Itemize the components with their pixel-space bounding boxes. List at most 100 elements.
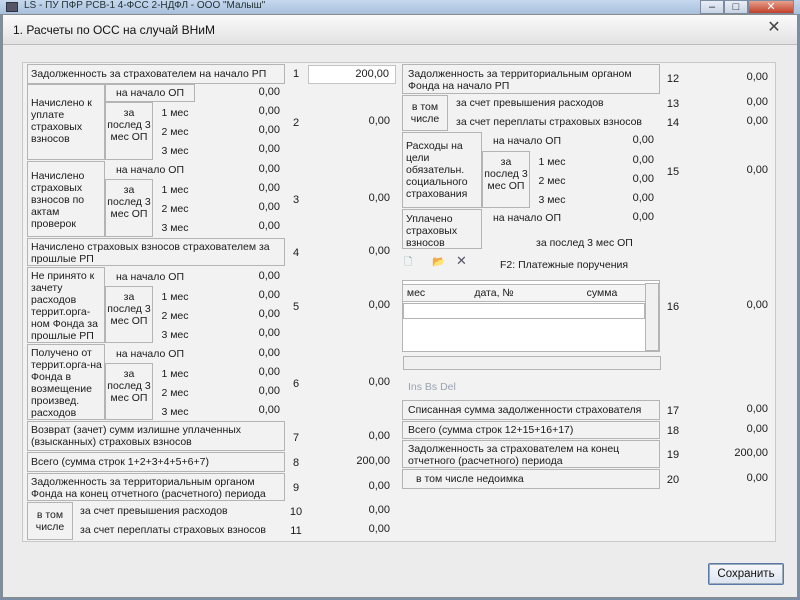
row5-nachalo-label: на начало ОП [116, 271, 184, 283]
row16-nachalo-label: на начало ОП [493, 212, 561, 224]
dialog-close-icon[interactable]: ✕ [765, 20, 783, 38]
row2-m1-value[interactable]: 0,00 [196, 103, 286, 122]
open-folder-icon[interactable]: 📂 [432, 256, 446, 268]
row15-m2-label: 2 мес [538, 175, 566, 187]
row2-m2-label: 2 мес [161, 126, 189, 138]
row15-m2-value[interactable]: 0,00 [572, 171, 660, 190]
row10-value[interactable]: 0,00 [308, 502, 396, 521]
row5-value[interactable]: 0,00 [308, 297, 396, 316]
row19-value[interactable]: 200,00 [686, 445, 774, 464]
col-mes: мес [406, 287, 426, 299]
ins-del-hint: Ins Bs Del [408, 381, 456, 393]
row6-m1-label: 1 мес [161, 368, 189, 380]
row5-posled-label: за послед 3 мес ОП [107, 291, 151, 327]
minimize-button[interactable]: – [700, 0, 724, 14]
row8-label: Всего (сумма строк 1+2+3+4+5+6+7) [31, 456, 209, 468]
row11-value[interactable]: 0,00 [308, 521, 396, 540]
row12-value[interactable]: 0,00 [686, 69, 774, 88]
row14-value[interactable]: 0,00 [686, 113, 774, 132]
window-close-button[interactable]: ✕ [748, 0, 794, 14]
row3-label: Начислено страховых взносов по актам про… [31, 170, 85, 230]
row9-value[interactable]: 0,00 [308, 478, 396, 497]
row6-m2-value[interactable]: 0,00 [196, 383, 286, 402]
row8-value[interactable]: 200,00 [308, 453, 396, 472]
row17-value[interactable]: 0,00 [686, 401, 774, 420]
row3-posled-label: за послед 3 мес ОП [107, 184, 151, 220]
row19-number: 19 [666, 449, 680, 461]
row6-nachalo-value[interactable]: 0,00 [196, 345, 286, 364]
row2-m3-label: 3 мес [161, 145, 189, 157]
payment-orders-label[interactable]: F2: Платежные поручения [500, 259, 660, 271]
row15-m3-value[interactable]: 0,00 [572, 190, 660, 209]
row12-number: 12 [666, 73, 680, 85]
vertical-scrollbar[interactable] [645, 283, 659, 351]
row7-value[interactable]: 0,00 [308, 428, 396, 447]
row16-number: 16 [666, 301, 680, 313]
row2-m3-value[interactable]: 0,00 [196, 141, 286, 160]
row12-label: Задолженность за территориальным органом… [408, 68, 632, 92]
row6-m1-value[interactable]: 0,00 [196, 364, 286, 383]
row6-number: 6 [292, 378, 300, 390]
row10-label: за счет превышения расходов [80, 505, 228, 517]
row1-number: 1 [292, 68, 300, 80]
row6-m3-value[interactable]: 0,00 [196, 402, 286, 421]
horizontal-scrollbar[interactable] [403, 356, 661, 370]
row5-number: 5 [292, 301, 300, 313]
row3-m3-label: 3 мес [161, 222, 189, 234]
new-file-icon[interactable]: 🗋 [404, 256, 418, 268]
delete-icon[interactable]: ✕ [456, 254, 470, 267]
row9-number: 9 [292, 482, 300, 494]
row5-m3-value[interactable]: 0,00 [196, 325, 286, 344]
row15-m1-value[interactable]: 0,00 [572, 152, 660, 171]
row6-m2-label: 2 мес [161, 387, 189, 399]
row3-nachalo-value[interactable]: 0,00 [196, 161, 286, 180]
row13-number: 13 [666, 98, 680, 110]
row2-nachalo-value[interactable]: 0,00 [196, 84, 286, 103]
row4-number: 4 [292, 247, 300, 259]
row5-nachalo-value[interactable]: 0,00 [196, 268, 286, 287]
row16-value[interactable]: 0,00 [686, 297, 774, 316]
row1-label: Задолженность за страхователем на начало… [31, 68, 267, 80]
row5-m2-value[interactable]: 0,00 [196, 306, 286, 325]
row15-value[interactable]: 0,00 [686, 162, 774, 181]
row6-label: Получено от террит.орга-на Фонда в возме… [31, 347, 102, 419]
row3-m1-label: 1 мес [161, 184, 189, 196]
row17-number: 17 [666, 405, 680, 417]
row3-nachalo-label: на начало ОП [116, 164, 184, 176]
row3-m2-value[interactable]: 0,00 [196, 199, 286, 218]
row6-nachalo-label: на начало ОП [116, 348, 184, 360]
row3-number: 3 [292, 194, 300, 206]
save-button[interactable]: Сохранить [708, 563, 784, 585]
row5-m3-label: 3 мес [161, 329, 189, 341]
row3-m1-value[interactable]: 0,00 [196, 180, 286, 199]
row18-number: 18 [666, 425, 680, 437]
row1-value[interactable]: 200,00 [308, 65, 396, 84]
row5-m2-label: 2 мес [161, 310, 189, 322]
row5-m1-value[interactable]: 0,00 [196, 287, 286, 306]
row3-m3-value[interactable]: 0,00 [196, 218, 286, 237]
row15-m3-label: 3 мес [538, 194, 566, 206]
row6-value[interactable]: 0,00 [308, 374, 396, 393]
row3-value[interactable]: 0,00 [308, 190, 396, 209]
row13-value[interactable]: 0,00 [686, 94, 774, 113]
maximize-button[interactable]: □ [724, 0, 748, 14]
row16-posled-label: за послед 3 мес ОП [536, 237, 633, 249]
row20-value[interactable]: 0,00 [686, 470, 774, 489]
app-icon [6, 2, 18, 12]
row2-posled-label: за послед 3 мес ОП [107, 107, 151, 143]
row2-nachalo-label: на начало ОП [116, 87, 184, 99]
row2-value[interactable]: 0,00 [308, 113, 396, 132]
row7-label: Возврат (зачет) сумм излишне уплаченных … [31, 424, 242, 448]
row15-nachalo-value[interactable]: 0,00 [572, 132, 660, 151]
row15-posled-label: за послед 3 мес ОП [484, 156, 528, 192]
payments-grid-row[interactable] [403, 303, 645, 319]
row10-number: 10 [289, 506, 303, 518]
row2-number: 2 [292, 117, 300, 129]
row4-value[interactable]: 0,00 [308, 243, 396, 262]
row2-label: Начислено к уплате страховых взносов [31, 97, 92, 145]
row6-m3-label: 3 мес [161, 406, 189, 418]
row2-m2-value[interactable]: 0,00 [196, 122, 286, 141]
row16-nachalo-value[interactable]: 0,00 [572, 209, 660, 228]
row18-value[interactable]: 0,00 [686, 421, 774, 440]
row11-number: 11 [290, 525, 302, 537]
